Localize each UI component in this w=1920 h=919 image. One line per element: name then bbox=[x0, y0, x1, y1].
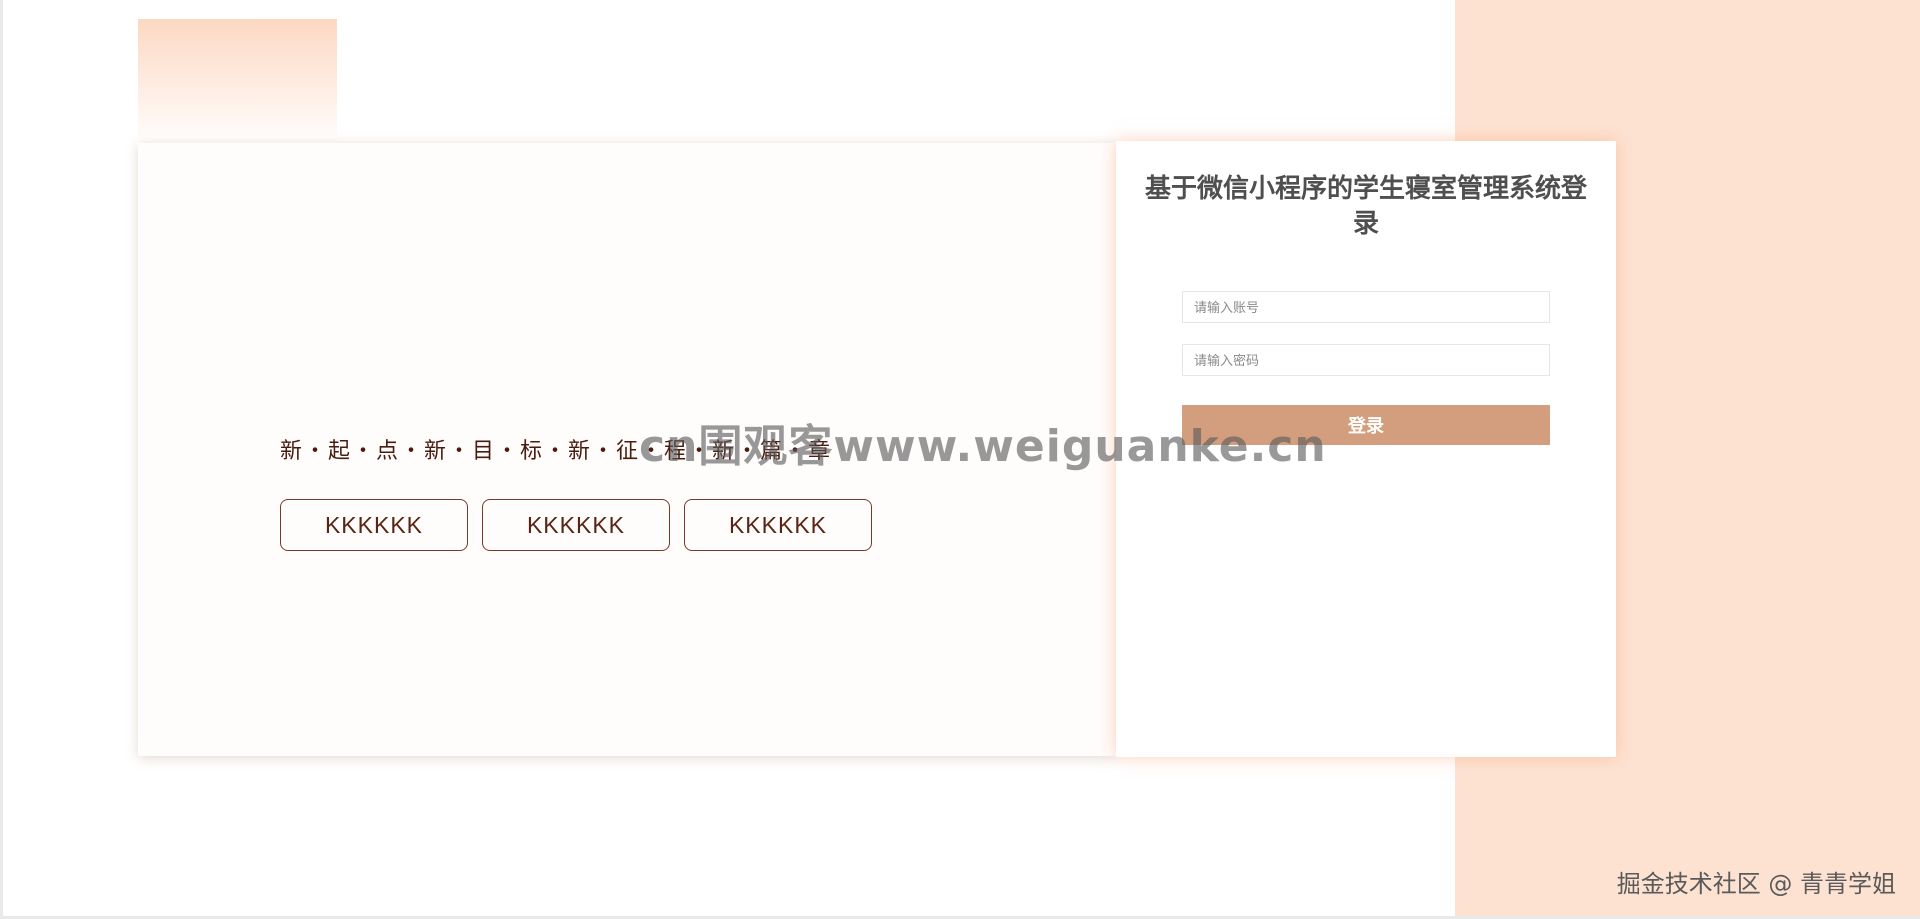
login-button[interactable]: 登录 bbox=[1182, 405, 1550, 445]
login-title: 基于微信小程序的学生寝室管理系统登录 bbox=[1144, 173, 1587, 238]
account-input[interactable] bbox=[1182, 291, 1550, 323]
author-watermark: 掘金技术社区 @ 青青学姐 bbox=[1616, 870, 1896, 898]
login-page: 新・起・点・新・目・标・新・征・程・新・篇・章 KKKKKK KKKKKK KK… bbox=[0, 0, 1920, 919]
hero-button-3[interactable]: KKKKKK bbox=[684, 499, 872, 551]
hero-slogan: 新・起・点・新・目・标・新・征・程・新・篇・章 bbox=[280, 439, 833, 464]
decorative-gradient-square bbox=[138, 19, 337, 144]
password-input[interactable] bbox=[1182, 344, 1550, 376]
hero-card: 新・起・点・新・目・标・新・征・程・新・篇・章 KKKKKK KKKKKK KK… bbox=[138, 143, 1116, 756]
hero-button-group: KKKKKK KKKKKK KKKKKK bbox=[280, 499, 872, 551]
login-form-card: 基于微信小程序的学生寝室管理系统登录 登录 bbox=[1116, 141, 1616, 757]
hero-button-2[interactable]: KKKKKK bbox=[482, 499, 670, 551]
hero-button-1[interactable]: KKKKKK bbox=[280, 499, 468, 551]
